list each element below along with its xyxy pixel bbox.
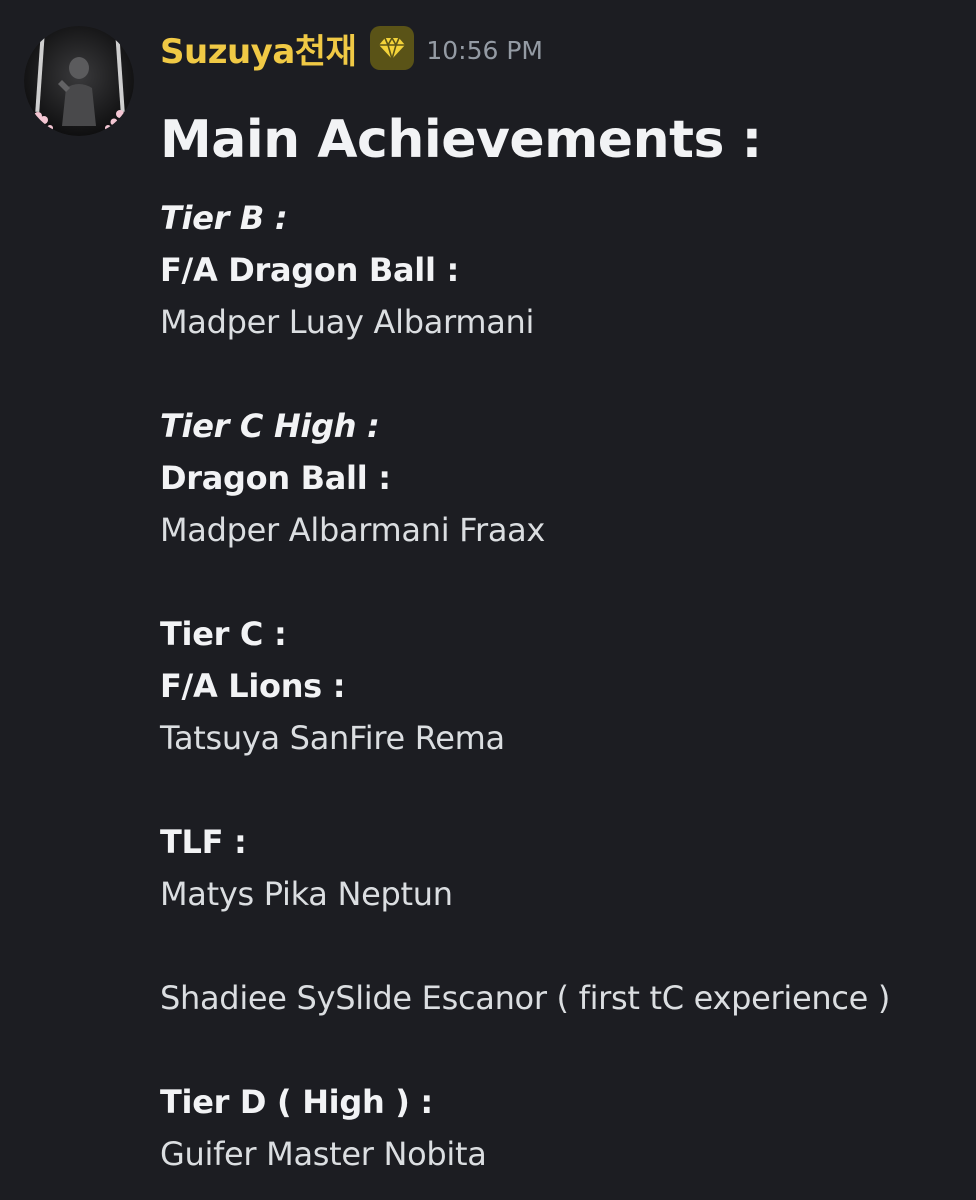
members-text: Madper Albarmani Fraax <box>160 511 546 549</box>
members-text: Tatsuya SanFire Rema <box>160 719 505 757</box>
team-label: F/A Lions : <box>160 667 346 705</box>
tier-label: Tier B : <box>160 199 288 237</box>
message-heading: Main Achievements : <box>160 110 762 170</box>
members-text: Shadiee SySlide Escanor ( first tC exper… <box>160 979 891 1017</box>
avatar-image <box>24 26 134 136</box>
message-header: Suzuya천재 10:56 PM <box>160 24 543 72</box>
avatar[interactable] <box>24 26 134 136</box>
chat-message: Suzuya천재 10:56 PM Main Achievements : Ti… <box>0 0 976 1200</box>
team-label: Dragon Ball : <box>160 459 391 497</box>
tier-label: Tier C : <box>160 615 287 653</box>
username[interactable]: Suzuya천재 <box>160 24 357 73</box>
members-text: Matys Pika Neptun <box>160 875 453 913</box>
tier-label: Tier C High : <box>160 407 380 445</box>
gem-icon <box>379 36 406 60</box>
gem-badge[interactable] <box>370 26 415 70</box>
tier-label: Tier D ( High ) : <box>160 1083 433 1121</box>
team-label: F/A Dragon Ball : <box>160 251 459 289</box>
members-text: Guifer Master Nobita <box>160 1135 487 1173</box>
message-content: Main Achievements : Tier B : F/A Dragon … <box>160 108 960 1180</box>
message-timestamp: 10:56 PM <box>426 35 543 65</box>
members-text: Madper Luay Albarmani <box>160 303 535 341</box>
team-label: TLF : <box>160 823 247 861</box>
